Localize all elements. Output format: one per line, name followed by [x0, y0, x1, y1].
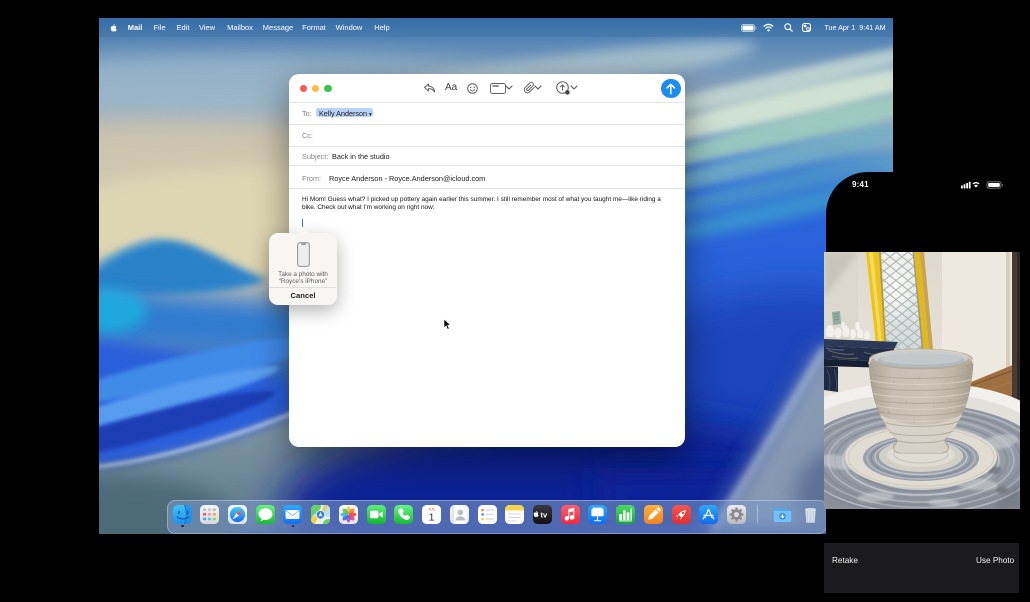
svg-text:tv: tv	[540, 510, 547, 519]
svg-text:1: 1	[429, 511, 435, 523]
